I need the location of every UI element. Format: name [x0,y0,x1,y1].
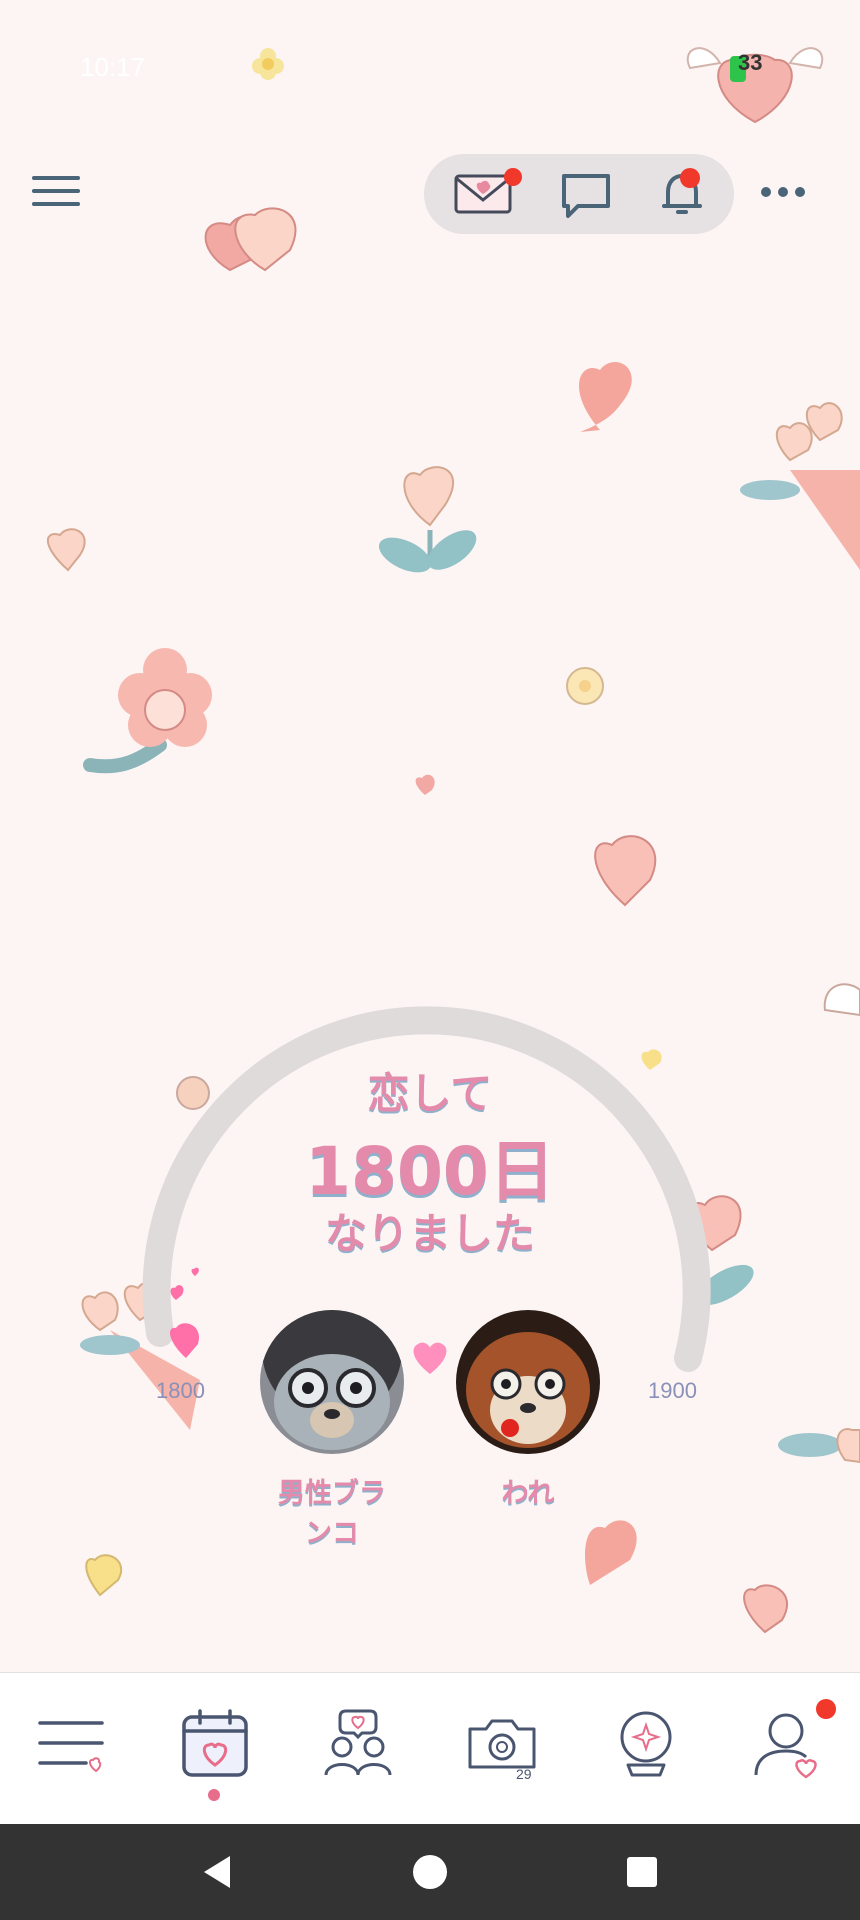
heart-decoration [594,835,657,907]
heart-decoration [585,1520,637,1585]
bottom-nav: 29 [0,1672,860,1824]
heart-decoration [743,1584,789,1634]
anniversary-suffix: なりました [324,1209,535,1258]
leaf-decoration [778,1433,842,1457]
partner-name: 男性ブラ ンコ [232,1474,432,1554]
progress-start-label: 1800 [156,1378,205,1403]
partner-name-line1: 男性ブラ [278,1478,386,1509]
heart-pair-decoration [204,207,297,272]
nav-calendar[interactable] [176,1703,256,1783]
notifications-button[interactable] [654,168,710,218]
status-time: 10:17 [80,52,146,82]
bouquet-decoration [740,402,860,570]
hamburger-line [32,202,80,206]
back-icon[interactable] [198,1852,238,1892]
wing-decoration [823,983,860,1017]
partner-name-line2: ンコ [305,1518,359,1549]
star-flower-decoration [566,667,604,705]
heart-decoration [579,362,632,432]
nav-camera[interactable]: 29 [462,1703,542,1783]
chat-button[interactable] [558,170,614,218]
raccoon-avatar-image [260,1310,404,1454]
nav-selected-dot [208,1789,220,1801]
heart-decoration [836,1428,860,1464]
self-avatar[interactable] [456,1310,600,1454]
status-flower-icon [252,48,284,80]
more-options-button[interactable] [760,184,806,200]
camera-count: 29 [516,1766,532,1782]
couple-chat-icon [324,1709,392,1776]
camera-29-icon: 29 [468,1719,536,1782]
more-horizontal-icon [761,187,805,197]
anniversary-prefix: 恋して [367,1069,493,1118]
chat-bubble-icon [562,174,610,218]
nav-menu[interactable] [32,1703,112,1783]
profile-heart-icon [754,1713,817,1779]
progress-end-label: 1900 [648,1378,697,1403]
heart-decoration [415,774,435,795]
hamburger-icon [32,176,80,180]
nav-couple[interactable] [318,1703,398,1783]
heart-decoration [46,528,86,572]
system-navigation-bar [0,1824,860,1920]
recents-icon[interactable] [622,1852,662,1892]
tulip-decoration [378,466,477,573]
progress-heart-marker [170,1267,200,1358]
status-bar: 10:17 33 [0,0,860,130]
calendar-heart-icon [182,1709,248,1777]
crystal-ball-icon [620,1711,672,1777]
menu-button[interactable] [32,176,80,216]
couple-heart-icon [413,1342,447,1374]
nav-fortune[interactable] [606,1703,686,1783]
flower-decoration [83,648,212,774]
partner-avatar[interactable] [260,1310,404,1454]
top-actions-pill [424,154,734,234]
shiba-avatar-image [456,1310,600,1454]
self-name: われ [501,1478,555,1509]
hamburger-line [32,189,80,193]
letter-badge [504,168,522,186]
notifications-badge [680,168,700,188]
nav-profile[interactable] [748,1699,836,1783]
battery-level: 33 [738,50,763,75]
love-letter-button[interactable] [452,168,522,216]
home-icon[interactable] [410,1852,450,1892]
heart-decoration [85,1554,123,1597]
background-decorations [46,207,860,1634]
menu-heart-icon [38,1721,104,1773]
profile-badge [816,1699,836,1719]
